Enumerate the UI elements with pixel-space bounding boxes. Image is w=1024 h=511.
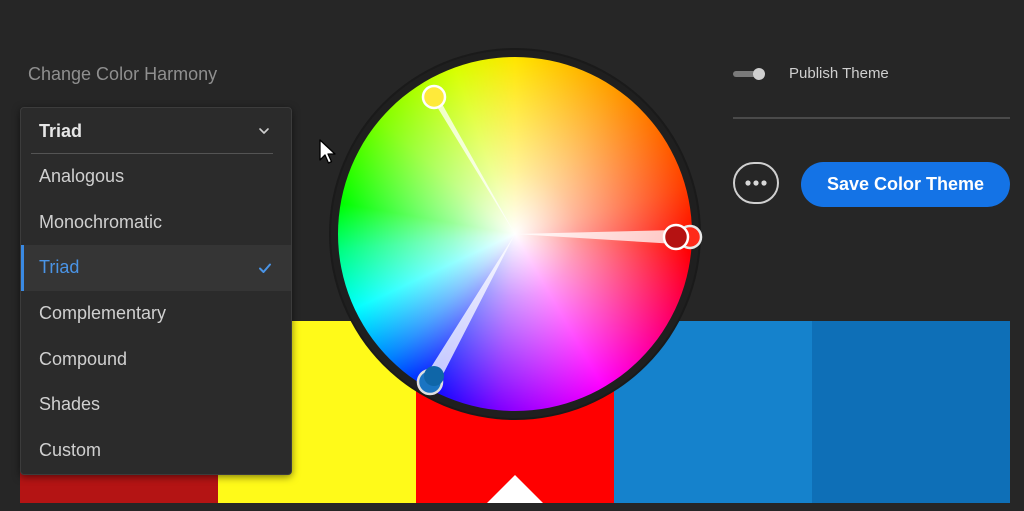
menu-item-label: Complementary — [39, 303, 167, 324]
menu-item-complementary[interactable]: Complementary — [21, 291, 291, 337]
menu-item-label: Compound — [39, 348, 128, 369]
menu-item-label: Triad — [39, 257, 80, 278]
menu-item-label: Shades — [39, 394, 101, 415]
ellipsis-icon — [745, 180, 767, 186]
menu-item-shades[interactable]: Shades — [21, 382, 291, 428]
menu-item-triad[interactable]: Triad — [21, 245, 291, 291]
base-color-marker-icon — [487, 475, 543, 503]
menu-item-monochromatic[interactable]: Monochromatic — [21, 200, 291, 246]
swatch-5[interactable] — [812, 321, 1010, 503]
menu-item-label: Custom — [39, 439, 102, 460]
checkmark-icon — [259, 263, 271, 273]
divider — [733, 117, 1010, 119]
handle-yellow[interactable] — [421, 84, 447, 110]
menu-item-compound[interactable]: Compound — [21, 336, 291, 382]
harmony-dropdown[interactable]: Triad Analogous Monochromatic Triad Comp… — [20, 107, 292, 475]
mouse-cursor-icon — [319, 139, 336, 164]
handle-beam-blue — [423, 234, 515, 386]
menu-item-analogous[interactable]: Analogous — [21, 154, 291, 200]
handle-red-base[interactable] — [662, 223, 690, 251]
publish-theme-label: Publish Theme — [789, 65, 889, 82]
dropdown-selected-value: Triad — [39, 120, 83, 141]
save-color-theme-button[interactable]: Save Color Theme — [801, 162, 1010, 207]
handle-blue[interactable] — [424, 366, 444, 386]
menu-item-custom[interactable]: Custom — [21, 428, 291, 474]
wheel-handles — [416, 84, 703, 396]
handle-beam-red — [515, 230, 676, 244]
publish-theme-toggle[interactable] — [733, 68, 767, 80]
menu-item-label: Monochromatic — [39, 211, 163, 232]
toggle-knob — [753, 68, 765, 80]
chevron-down-icon — [259, 128, 269, 134]
menu-item-label: Analogous — [39, 166, 125, 187]
handle-beam-yellow — [428, 92, 515, 234]
harmony-menu: Analogous Monochromatic Triad Complement… — [21, 154, 291, 473]
harmony-label: Change Color Harmony — [28, 64, 218, 84]
harmony-dropdown-trigger[interactable]: Triad — [21, 108, 291, 154]
more-options-button[interactable] — [733, 162, 779, 204]
